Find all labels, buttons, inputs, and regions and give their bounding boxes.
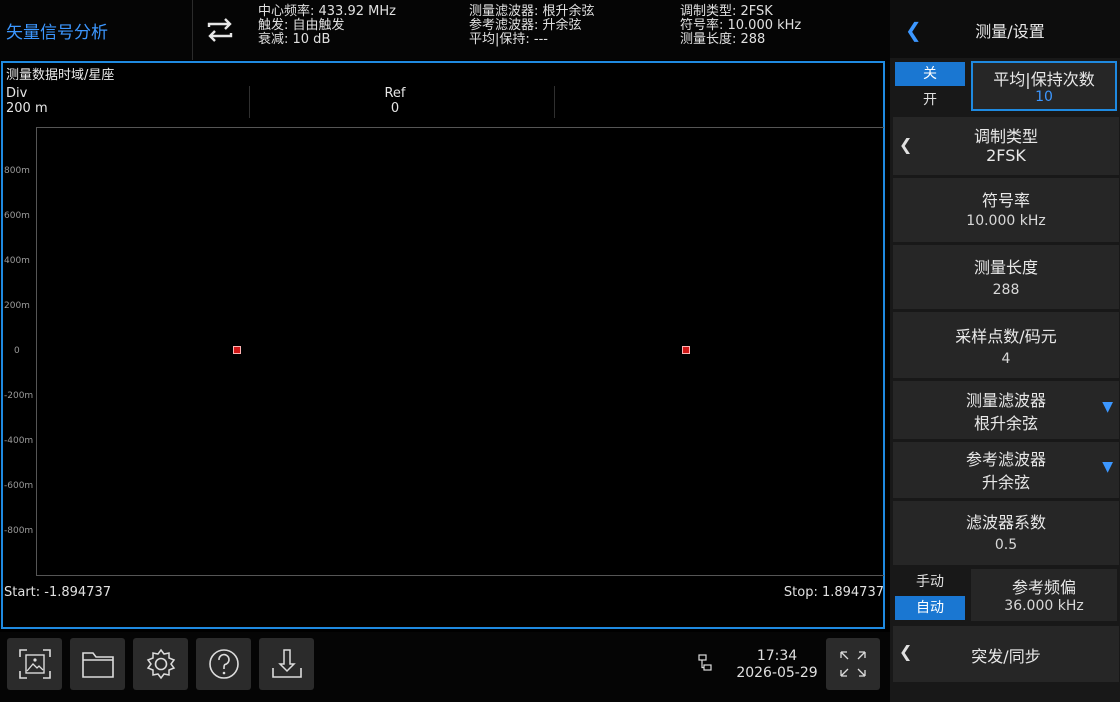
folder-icon xyxy=(82,652,114,678)
ref-freq-manual-option[interactable]: 手动 xyxy=(895,570,965,594)
back-chevron-icon[interactable]: ❮ xyxy=(905,18,922,42)
header-info-col-1: 中心频率: 433.92 MHz 触发: 自由触发 衰减: 10 dB xyxy=(258,5,396,47)
chevron-down-icon: ▼ xyxy=(1102,459,1113,475)
ref-freq-auto-option[interactable]: 自动 xyxy=(895,596,965,620)
clock-time: 17:34 xyxy=(756,648,798,664)
burst-sync-button[interactable]: ❮ 突发/同步 xyxy=(893,626,1119,682)
constellation-point xyxy=(233,346,241,354)
filter-coefficient-value: 0.5 xyxy=(994,537,1018,553)
div-value: 200 m xyxy=(6,101,48,116)
attenuation: 衰减: 10 dB xyxy=(258,32,331,47)
screenshot-button[interactable] xyxy=(7,638,62,690)
y-tick-label: 600m xyxy=(4,211,30,221)
reference-frequency-control: 手动 自动 参考频偏 36.000 kHz xyxy=(893,568,1119,623)
average-hold-control: 关 开 平均|保持次数 10 xyxy=(893,60,1119,115)
div-label: Div xyxy=(6,86,28,101)
fullscreen-icon xyxy=(840,651,866,677)
measurement-length-value: 288 xyxy=(992,282,1020,298)
modulation-type-label: 调制类型 xyxy=(973,127,1038,146)
reference-filter-value: 升余弦 xyxy=(981,473,1030,492)
burst-sync-label: 突发/同步 xyxy=(971,647,1041,666)
header-divider xyxy=(192,0,193,60)
chevron-down-icon: ▼ xyxy=(1102,399,1113,415)
help-icon xyxy=(209,649,239,679)
average-hold-info: 平均|保持: --- xyxy=(469,32,548,47)
constellation-point xyxy=(682,346,690,354)
filter-coefficient-label: 滤波器系数 xyxy=(965,513,1046,532)
measurement-filter-value: 根升余弦 xyxy=(973,414,1038,433)
samples-per-symbol-value: 4 xyxy=(1001,351,1011,367)
reference-filter-dropdown[interactable]: 参考滤波器 升余弦 ▼ xyxy=(893,442,1119,498)
save-download-icon xyxy=(272,649,302,678)
symbol-rate-button[interactable]: 符号率 10.000 kHz xyxy=(893,178,1119,242)
reference-frequency-button[interactable]: 参考频偏 36.000 kHz xyxy=(971,569,1117,621)
reference-filter-label: 参考滤波器 xyxy=(965,450,1046,469)
swap-icon[interactable] xyxy=(203,14,237,46)
settings-button[interactable] xyxy=(133,638,188,690)
modulation-type-value: 2FSK xyxy=(986,146,1026,165)
measurement-filter-label: 测量滤波器 xyxy=(965,391,1046,410)
reference-filter-info: 参考滤波器: 升余弦 xyxy=(469,18,582,33)
y-tick-label: 400m xyxy=(4,256,30,266)
trigger-mode: 触发: 自由触发 xyxy=(258,18,345,33)
measurement-length-button[interactable]: 测量长度 288 xyxy=(893,245,1119,309)
samples-per-symbol-label: 采样点数/码元 xyxy=(955,327,1057,346)
y-tick-label: -600m xyxy=(4,481,34,491)
y-tick-label: -200m xyxy=(4,391,34,401)
ref-value: 0 xyxy=(390,101,400,116)
scale-divider xyxy=(554,86,555,118)
modulation-type-info: 调制类型: 2FSK xyxy=(680,4,773,19)
filter-coefficient-button[interactable]: 滤波器系数 0.5 xyxy=(893,501,1119,565)
header-info-col-3: 调制类型: 2FSK 符号率: 10.000 kHz 测量长度: 288 xyxy=(680,5,801,47)
y-tick-label: -800m xyxy=(4,526,34,536)
plot-title: 测量数据时域/星座 xyxy=(6,68,115,83)
clock-date: 2026-05-29 xyxy=(736,665,818,681)
y-tick-label: -400m xyxy=(4,436,34,446)
measurement-filter-dropdown[interactable]: 测量滤波器 根升余弦 ▼ xyxy=(893,381,1119,439)
screenshot-icon xyxy=(19,649,51,679)
average-on-option[interactable]: 开 xyxy=(895,88,965,112)
constellation-canvas[interactable] xyxy=(36,127,884,576)
settings-gear-icon xyxy=(146,648,176,680)
y-tick-label: 0 xyxy=(14,346,20,356)
average-hold-count-label: 平均|保持次数 xyxy=(993,70,1095,89)
samples-per-symbol-button[interactable]: 采样点数/码元 4 xyxy=(893,312,1119,378)
y-tick-label: 800m xyxy=(4,166,30,176)
save-button[interactable] xyxy=(259,638,314,690)
clock: 17:34 2026-05-29 xyxy=(732,648,822,682)
symbol-rate-label: 符号率 xyxy=(981,191,1030,210)
average-off-option[interactable]: 关 xyxy=(895,62,965,86)
network-icon[interactable] xyxy=(695,654,715,672)
help-button[interactable] xyxy=(196,638,251,690)
average-hold-count-button[interactable]: 平均|保持次数 10 xyxy=(971,61,1117,111)
average-hold-count-value: 10 xyxy=(1035,89,1053,105)
center-frequency: 中心频率: 433.92 MHz xyxy=(258,4,396,19)
start-value: Start: -1.894737 xyxy=(4,585,111,600)
panel-title: 测量/设置 xyxy=(975,22,1045,41)
fullscreen-button[interactable] xyxy=(826,638,880,690)
y-tick-label: 200m xyxy=(4,301,30,311)
modulation-type-button[interactable]: ❮ 调制类型 2FSK xyxy=(893,117,1119,175)
symbol-rate-info: 符号率: 10.000 kHz xyxy=(680,18,802,33)
stop-value: Stop: 1.894737 xyxy=(783,585,884,600)
file-browser-button[interactable] xyxy=(70,638,125,690)
measurement-length-info: 测量长度: 288 xyxy=(680,32,766,47)
scale-divider xyxy=(249,86,250,118)
reference-frequency-label: 参考频偏 xyxy=(1011,578,1076,597)
ref-label: Ref xyxy=(384,86,406,101)
symbol-rate-value: 10.000 kHz xyxy=(966,213,1046,229)
reference-frequency-value: 36.000 kHz xyxy=(1004,598,1084,614)
measurement-filter-info: 测量滤波器: 根升余弦 xyxy=(469,4,595,19)
header-info-col-2: 测量滤波器: 根升余弦 参考滤波器: 升余弦 平均|保持: --- xyxy=(469,5,595,47)
measurement-length-label: 测量长度 xyxy=(973,258,1038,277)
app-title[interactable]: 矢量信号分析 xyxy=(6,18,108,43)
